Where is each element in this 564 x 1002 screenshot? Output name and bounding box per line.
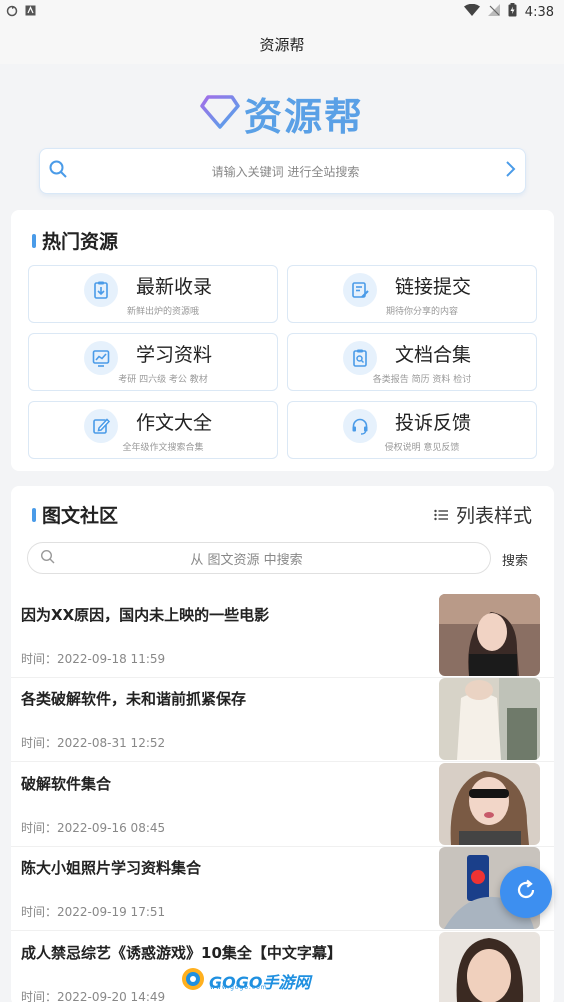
logo-text: 资源帮	[243, 95, 364, 139]
community-search-input[interactable]: 从 图文资源 中搜索	[27, 542, 491, 574]
pencil-icon	[84, 409, 118, 443]
list-item-title[interactable]: 因为XX原因，国内未上映的一些电影	[21, 604, 269, 625]
app-logo: 资源帮	[0, 86, 564, 141]
signal-off-icon	[487, 4, 500, 20]
tile-documents[interactable]: 文档合集 各类报告 简历 资料 检讨	[287, 333, 537, 391]
chart-icon	[84, 341, 118, 375]
diamond-logo-icon	[200, 94, 240, 134]
tile-title: 投诉反馈	[395, 412, 472, 434]
edit-list-icon	[343, 273, 377, 307]
thumbnail-image[interactable]	[439, 932, 540, 1002]
thumbnail-image[interactable]	[439, 763, 540, 845]
list-item[interactable]: 各类破解软件，未和谐前抓紧保存 时间：2022-08-31 12:52	[11, 678, 554, 762]
section-accent-bar	[32, 507, 36, 522]
tile-essays[interactable]: 作文大全 全年级作文搜索合集	[28, 401, 278, 459]
community-search-placeholder[interactable]: 从 图文资源 中搜索	[55, 549, 478, 568]
document-search-icon	[343, 341, 377, 375]
search-placeholder[interactable]: 请输入关键词 进行全站搜索	[68, 163, 503, 180]
list-item-time: 时间：2022-09-16 08:45	[21, 821, 166, 835]
hot-resources-heading: 热门资源	[32, 227, 118, 254]
battery-icon	[508, 3, 517, 21]
tile-title: 链接提交	[395, 276, 472, 298]
refresh-button[interactable]	[500, 866, 552, 918]
search-icon	[40, 549, 55, 568]
tile-title: 最新收录	[136, 276, 213, 298]
list-item-time: 时间：2022-09-18 11:59	[21, 652, 166, 666]
list-item-time: 时间：2022-09-20 14:49	[21, 990, 166, 1002]
tile-subtitle: 全年级作文搜索合集	[122, 443, 204, 453]
hot-resources-card: 热门资源 最新收录 新鲜出炉的资源哦 链接提交 期待你分享的内容 学习资料 考研…	[11, 210, 554, 471]
tile-title: 学习资料	[136, 344, 213, 366]
tile-subtitle: 各类报告 简历 资料 检讨	[372, 375, 472, 385]
app-notification-icon	[25, 5, 36, 19]
chevron-right-icon[interactable]	[503, 160, 517, 182]
list-item-title[interactable]: 成人禁忌综艺《诱惑游戏》10集全【中文字幕】	[21, 942, 342, 963]
section-title: 热门资源	[42, 231, 119, 253]
watermark-subtext: www.gogo.com	[210, 984, 268, 991]
list-item-time: 时间：2022-09-19 17:51	[21, 905, 166, 919]
community-card: 图文社区 列表样式 从 图文资源 中搜索 搜索 因为XX原因，国内未上映的一些电…	[11, 486, 554, 1002]
wifi-icon	[463, 3, 480, 20]
tile-submit-link[interactable]: 链接提交 期待你分享的内容	[287, 265, 537, 323]
list-icon[interactable]	[434, 504, 448, 526]
watermark-logo: GOGO手游网 www.gogo.com	[180, 966, 310, 996]
list-item[interactable]: 陈大小姐照片学习资料集合 时间：2022-09-19 17:51	[11, 847, 554, 931]
page-title: 资源帮	[0, 24, 564, 64]
hero-section: 资源帮 请输入关键词 进行全站搜索	[0, 64, 564, 204]
list-style-toggle[interactable]: 列表样式	[434, 501, 532, 528]
list-item-time: 时间：2022-08-31 12:52	[21, 736, 166, 750]
site-search-bar[interactable]: 请输入关键词 进行全站搜索	[39, 148, 526, 194]
thumbnail-image[interactable]	[439, 594, 540, 676]
community-heading: 图文社区	[32, 501, 118, 528]
thumbnail-image[interactable]	[439, 678, 540, 760]
section-accent-bar	[32, 233, 36, 248]
tile-title: 作文大全	[136, 412, 213, 434]
tile-latest[interactable]: 最新收录 新鲜出炉的资源哦	[28, 265, 278, 323]
list-item-title[interactable]: 各类破解软件，未和谐前抓紧保存	[21, 688, 246, 709]
tile-subtitle: 侵权说明 意见反馈	[384, 443, 460, 453]
tile-feedback[interactable]: 投诉反馈 侵权说明 意见反馈	[287, 401, 537, 459]
search-icon[interactable]	[48, 159, 68, 183]
tile-subtitle: 考研 四六级 考公 教材	[118, 375, 208, 385]
community-search-button[interactable]: 搜索	[502, 550, 528, 569]
tile-subtitle: 期待你分享的内容	[385, 307, 458, 317]
list-item[interactable]: 破解软件集合 时间：2022-09-16 08:45	[11, 763, 554, 847]
tile-title: 文档合集	[395, 344, 472, 366]
list-item[interactable]: 因为XX原因，国内未上映的一些电影 时间：2022-09-18 11:59	[11, 594, 554, 678]
tile-study[interactable]: 学习资料 考研 四六级 考公 教材	[28, 333, 278, 391]
refresh-icon[interactable]	[514, 878, 538, 906]
clock: 4:38	[524, 4, 554, 20]
list-item-title[interactable]: 陈大小姐照片学习资料集合	[21, 857, 201, 878]
list-item-title[interactable]: 破解软件集合	[21, 773, 111, 794]
section-title: 图文社区	[42, 505, 119, 527]
list-style-label[interactable]: 列表样式	[456, 501, 532, 528]
gogo-logo-icon	[180, 966, 206, 996]
settings-sync-icon	[6, 5, 18, 20]
headset-icon	[343, 409, 377, 443]
tile-subtitle: 新鲜出炉的资源哦	[126, 307, 199, 317]
clipboard-download-icon	[84, 273, 118, 307]
status-bar: 4:38	[0, 0, 564, 24]
